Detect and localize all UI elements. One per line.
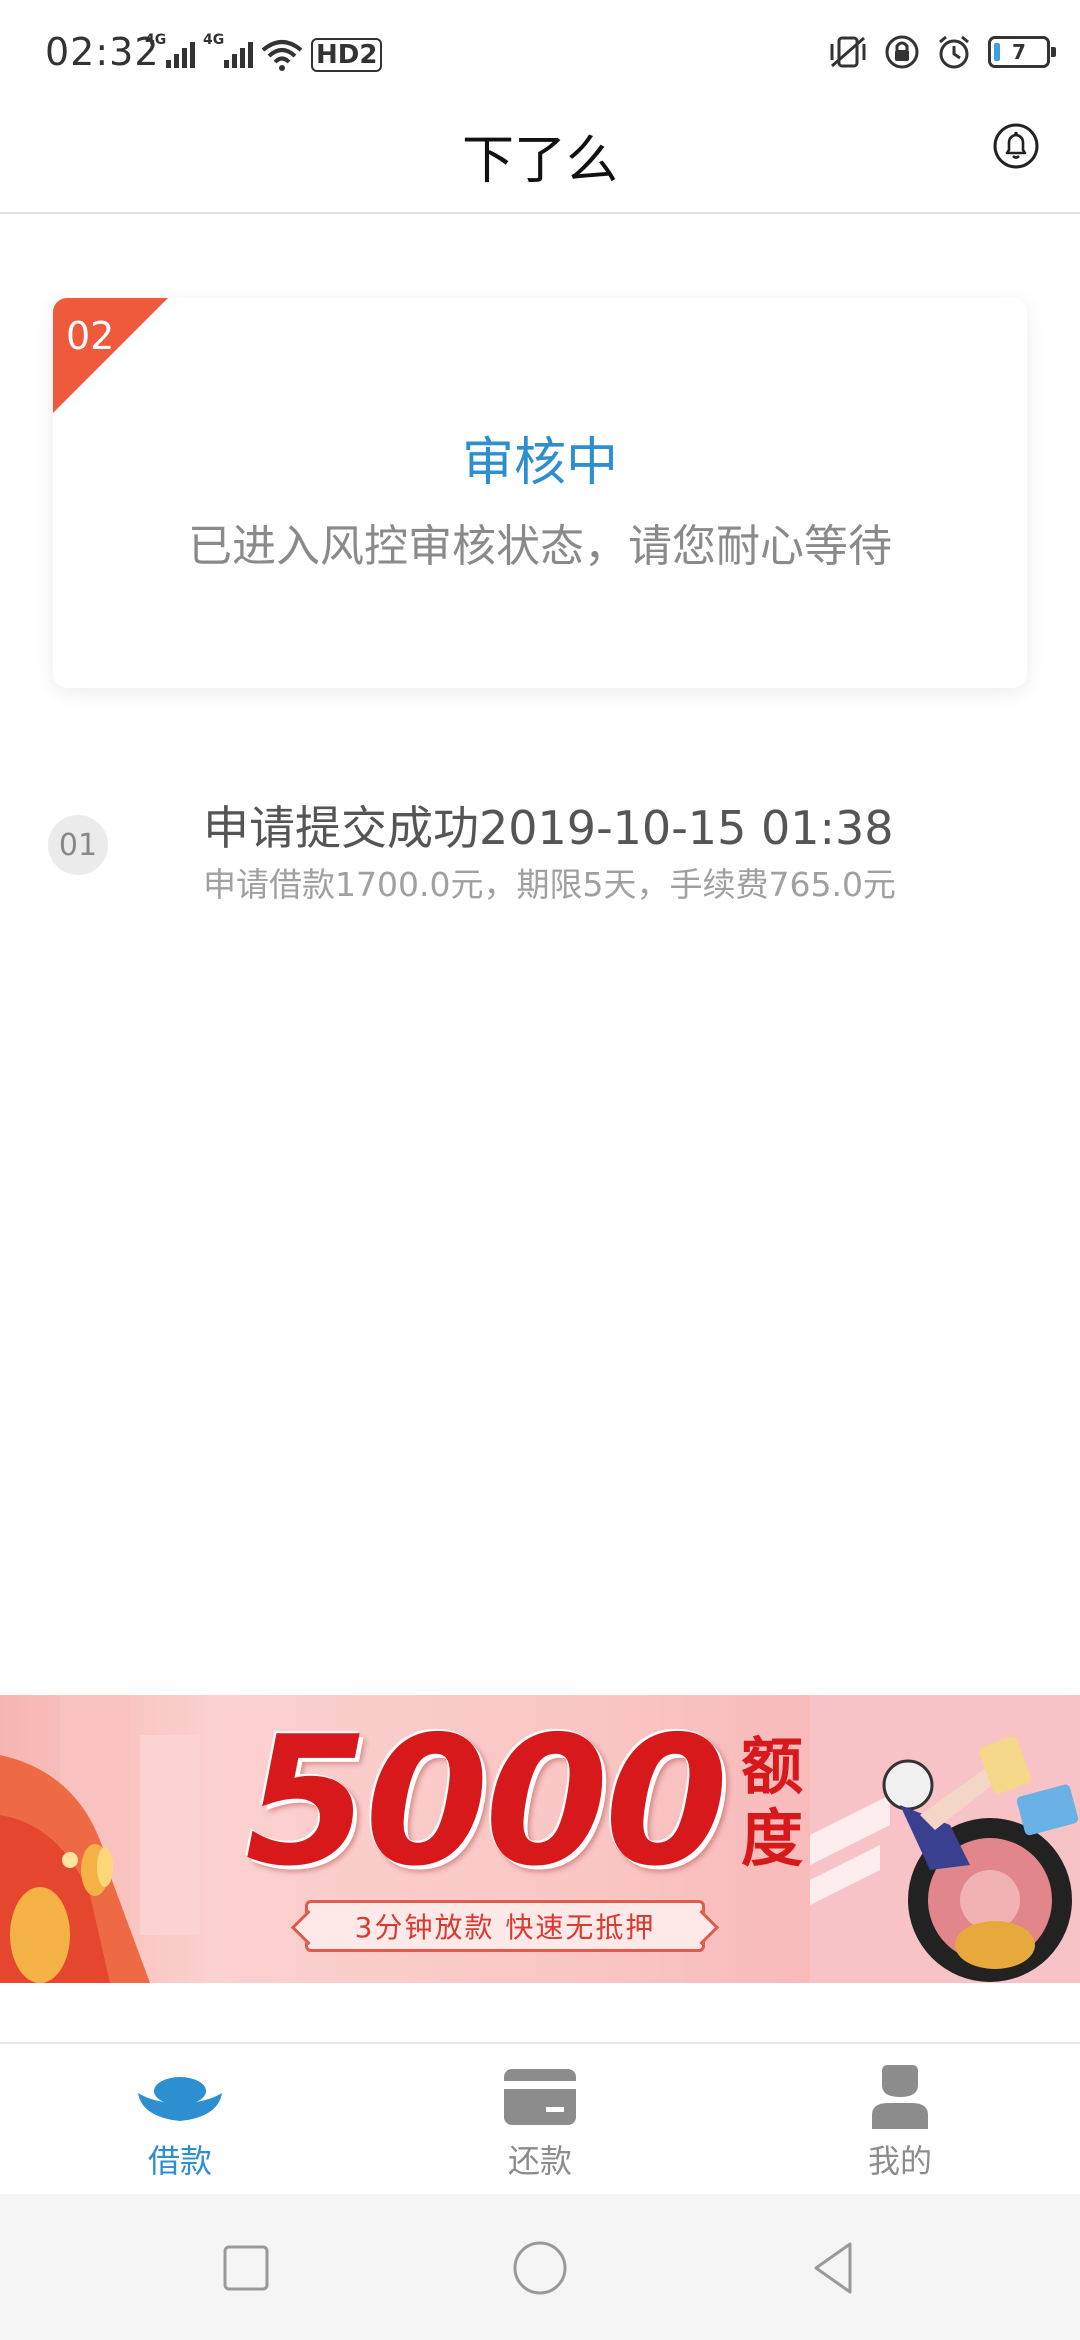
bottom-tab-bar: 借款 还款 我的 bbox=[0, 2042, 1080, 2194]
alarm-icon bbox=[939, 35, 969, 69]
step-number: 02 bbox=[66, 314, 115, 358]
banner-unit: 额度 bbox=[740, 1730, 803, 1875]
status-left-icons: 4G 4G HD2 bbox=[145, 32, 383, 72]
tab-borrow[interactable]: 借款 bbox=[0, 2044, 360, 2194]
timeline-step-description: 申请借款1700.0元，期限5天，手续费765.0元 bbox=[203, 865, 896, 904]
page-title: 下了么 bbox=[461, 131, 618, 191]
status-description: 已进入风控审核状态，请您耐心等待 bbox=[188, 521, 892, 572]
system-navigation-bar bbox=[0, 2194, 1080, 2340]
signal-icon: 4G bbox=[145, 32, 195, 72]
recents-square-icon[interactable] bbox=[218, 2240, 274, 2296]
home-circle-icon[interactable] bbox=[512, 2240, 568, 2296]
status-title: 审核中 bbox=[461, 433, 618, 493]
hd-badge: HD2 bbox=[311, 38, 383, 72]
tab-label: 借款 bbox=[147, 2142, 212, 2180]
user-icon bbox=[872, 2065, 928, 2129]
card-icon bbox=[504, 2069, 576, 2125]
network-type-label: 4G bbox=[203, 32, 225, 48]
back-triangle-icon[interactable] bbox=[806, 2240, 862, 2296]
wifi-icon bbox=[261, 40, 303, 71]
status-time: 02:32 bbox=[45, 30, 160, 74]
promo-banner[interactable]: 5000 额度 3分钟放款 快速无抵押 bbox=[0, 1695, 1080, 1983]
review-status-card: 02 审核中 已进入风控审核状态，请您耐心等待 bbox=[53, 298, 1027, 688]
timeline-step-title: 申请提交成功2019-10-15 01:38 bbox=[203, 801, 894, 855]
tab-label: 我的 bbox=[867, 2142, 932, 2180]
app-header: 下了么 bbox=[0, 100, 1080, 214]
tab-repay[interactable]: 还款 bbox=[360, 2044, 720, 2194]
courier-illustration bbox=[810, 1695, 1080, 1983]
ingot-icon bbox=[138, 2077, 222, 2121]
tab-mine[interactable]: 我的 bbox=[720, 2044, 1080, 2194]
network-type-label: 4G bbox=[145, 32, 167, 48]
banner-decoration-left bbox=[0, 1695, 200, 1983]
battery-icon: 7 bbox=[988, 36, 1056, 68]
vibrate-icon bbox=[830, 36, 866, 68]
timeline-step-badge: 01 bbox=[48, 815, 108, 875]
lock-rotation-icon bbox=[885, 35, 919, 69]
bell-icon[interactable] bbox=[992, 122, 1040, 170]
status-bar: 02:32 4G 4G HD2 7 bbox=[0, 0, 1080, 100]
banner-subtitle: 3分钟放款 快速无抵押 bbox=[305, 1900, 705, 1952]
signal-icon: 4G bbox=[203, 32, 253, 72]
tab-label: 还款 bbox=[507, 2142, 572, 2180]
banner-amount: 5000 bbox=[245, 1698, 728, 1905]
status-right-icons: 7 bbox=[828, 32, 1056, 72]
battery-level: 7 bbox=[1012, 40, 1026, 64]
